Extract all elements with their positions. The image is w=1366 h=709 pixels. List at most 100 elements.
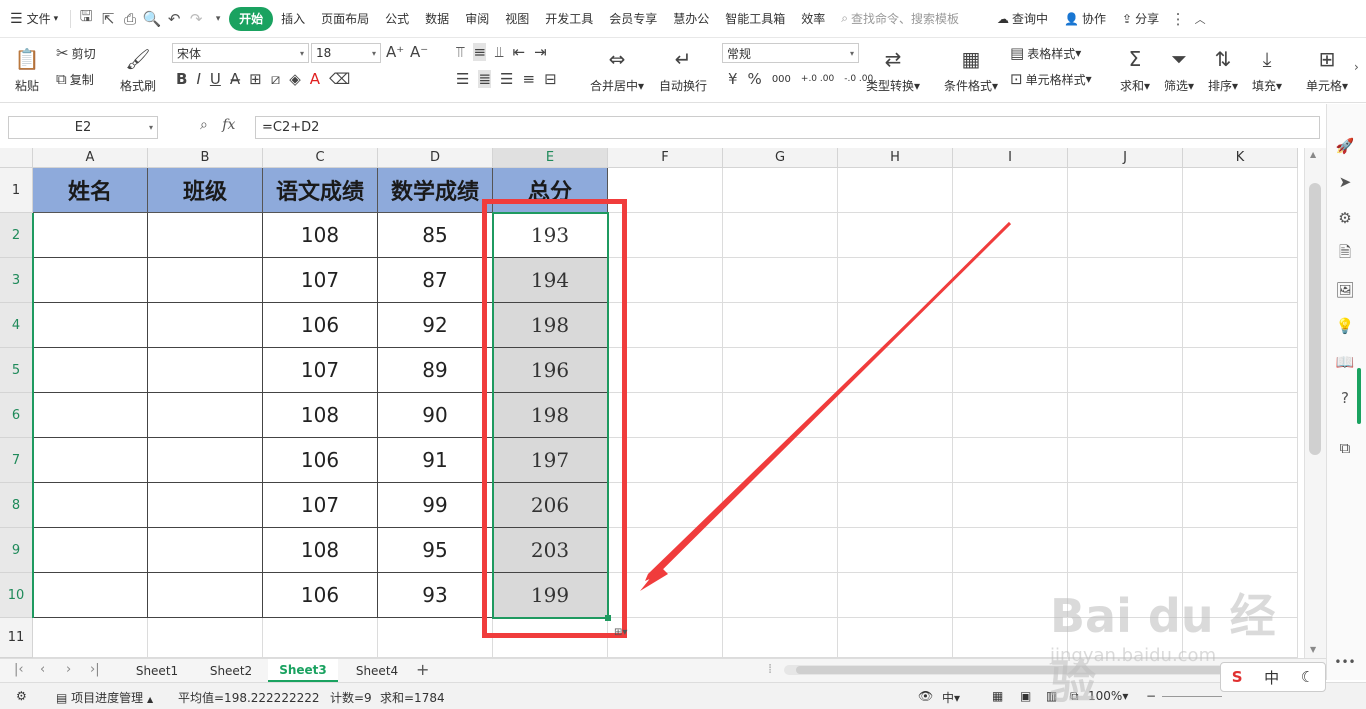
data-cell[interactable] bbox=[148, 258, 263, 303]
cell[interactable] bbox=[953, 348, 1068, 393]
chinese-score-cell[interactable]: 108 bbox=[263, 213, 378, 258]
type-convert-button[interactable]: ⇄ 类型转换▾ bbox=[862, 42, 924, 98]
select-all-corner[interactable] bbox=[0, 148, 33, 168]
prev-sheet-icon[interactable]: ‹ bbox=[40, 662, 45, 677]
cell[interactable] bbox=[723, 348, 838, 393]
cell[interactable] bbox=[1183, 528, 1298, 573]
save-icon[interactable]: 🖫 bbox=[75, 7, 97, 30]
math-score-cell[interactable]: 91 bbox=[378, 438, 493, 483]
cell[interactable] bbox=[608, 348, 723, 393]
scroll-thumb[interactable] bbox=[1309, 183, 1321, 455]
eraser-icon[interactable]: ⌫ bbox=[329, 70, 350, 88]
math-score-cell[interactable]: 90 bbox=[378, 393, 493, 438]
total-cell[interactable]: 194 bbox=[493, 258, 608, 303]
chinese-score-cell[interactable]: 108 bbox=[263, 528, 378, 573]
name-box[interactable]: E2 ▾ bbox=[8, 116, 158, 139]
cell[interactable] bbox=[838, 573, 953, 618]
print-icon[interactable]: ⎙ bbox=[119, 8, 141, 30]
cell-style-button[interactable]: ⊡ 单元格样式 ▾ bbox=[1010, 70, 1092, 88]
total-cell[interactable]: 206 bbox=[493, 483, 608, 528]
moon-icon[interactable]: ☾ bbox=[1301, 668, 1314, 686]
ime-mode[interactable]: 中 bbox=[1264, 667, 1279, 688]
column-header-c[interactable]: C bbox=[263, 148, 378, 168]
cell[interactable] bbox=[1068, 618, 1183, 658]
row-header-11[interactable]: 11 bbox=[0, 618, 33, 658]
tab-home[interactable]: 开始 bbox=[229, 6, 274, 31]
row-header-3[interactable]: 3 bbox=[0, 258, 33, 303]
italic-icon[interactable]: I bbox=[196, 70, 200, 88]
cell[interactable] bbox=[1183, 303, 1298, 348]
total-cell[interactable]: 198 bbox=[493, 393, 608, 438]
math-score-cell[interactable]: 93 bbox=[378, 573, 493, 618]
autofill-options-icon[interactable]: ⊞▾ bbox=[614, 627, 627, 638]
cell[interactable] bbox=[33, 618, 148, 658]
project-button[interactable]: ▤ 项目进度管理 ▲ bbox=[56, 689, 153, 706]
data-cell[interactable] bbox=[148, 438, 263, 483]
ribbon-scroll-right-icon[interactable]: › bbox=[1354, 60, 1359, 74]
tab-toolbox[interactable]: 智能工具箱 bbox=[717, 7, 793, 31]
cell[interactable] bbox=[723, 528, 838, 573]
share-button[interactable]: ⇪ 分享 bbox=[1114, 7, 1167, 31]
last-sheet-icon[interactable]: ›| bbox=[90, 662, 100, 677]
search-box[interactable]: ⌕ 查找命令、搜索模板 bbox=[833, 7, 967, 31]
normal-view-icon[interactable]: ▦ bbox=[992, 689, 1003, 703]
tab-insert[interactable]: 插入 bbox=[273, 7, 313, 31]
chinese-score-cell[interactable]: 107 bbox=[263, 348, 378, 393]
cell[interactable] bbox=[723, 213, 838, 258]
page-break-view-icon[interactable]: ▥ bbox=[1046, 689, 1057, 703]
align-middle-icon[interactable]: ≡ bbox=[473, 43, 487, 61]
underline-icon[interactable]: U bbox=[210, 70, 221, 88]
cell[interactable] bbox=[608, 483, 723, 528]
tab-view[interactable]: 视图 bbox=[497, 7, 537, 31]
row-header-8[interactable]: 8 bbox=[0, 483, 33, 528]
column-header-h[interactable]: H bbox=[838, 148, 953, 168]
column-header-f[interactable]: F bbox=[608, 148, 723, 168]
cell[interactable] bbox=[1068, 168, 1183, 213]
cell[interactable] bbox=[838, 303, 953, 348]
cell[interactable] bbox=[1183, 483, 1298, 528]
align-center-icon[interactable]: ≣ bbox=[478, 70, 492, 88]
cell[interactable] bbox=[1183, 213, 1298, 258]
cell[interactable] bbox=[953, 528, 1068, 573]
cell-fill-icon[interactable]: ⧄ bbox=[271, 70, 281, 88]
undo-icon[interactable]: ↶ bbox=[163, 8, 185, 30]
data-cell[interactable] bbox=[148, 393, 263, 438]
collab-button[interactable]: 👤 协作 bbox=[1056, 7, 1114, 31]
sliders-icon[interactable]: ⚙ bbox=[1335, 208, 1355, 228]
cell[interactable] bbox=[838, 438, 953, 483]
data-cell[interactable] bbox=[33, 348, 148, 393]
cell[interactable] bbox=[1183, 438, 1298, 483]
math-score-cell[interactable]: 87 bbox=[378, 258, 493, 303]
cell[interactable] bbox=[838, 213, 953, 258]
macro-icon[interactable]: ⚙ bbox=[16, 689, 27, 703]
header-cell[interactable]: 数学成绩 bbox=[378, 168, 493, 213]
cell[interactable] bbox=[1183, 258, 1298, 303]
cell[interactable] bbox=[723, 258, 838, 303]
cell[interactable] bbox=[378, 618, 493, 658]
cell[interactable] bbox=[608, 303, 723, 348]
fill-handle[interactable] bbox=[605, 615, 611, 621]
ime-toolbar[interactable]: S 中 ☾ bbox=[1220, 662, 1326, 692]
header-cell[interactable]: 班级 bbox=[148, 168, 263, 213]
chinese-score-cell[interactable]: 106 bbox=[263, 573, 378, 618]
tab-page-layout[interactable]: 页面布局 bbox=[313, 7, 377, 31]
filter-button[interactable]: ⏷ 筛选▾ bbox=[1160, 42, 1198, 98]
math-score-cell[interactable]: 92 bbox=[378, 303, 493, 348]
cell[interactable] bbox=[1068, 348, 1183, 393]
cell[interactable] bbox=[1068, 438, 1183, 483]
horizontal-scroll-thumb[interactable] bbox=[796, 666, 1276, 674]
cell[interactable] bbox=[608, 393, 723, 438]
fx-icon[interactable]: fx bbox=[222, 117, 235, 133]
cell[interactable] bbox=[838, 258, 953, 303]
reading-view-icon[interactable]: ⧉ bbox=[1070, 689, 1079, 704]
cell[interactable] bbox=[723, 393, 838, 438]
tab-splitter-icon[interactable]: ⁞ bbox=[768, 662, 772, 677]
next-sheet-icon[interactable]: › bbox=[66, 662, 71, 677]
total-cell[interactable]: 198 bbox=[493, 303, 608, 348]
cell[interactable] bbox=[1068, 258, 1183, 303]
help-icon[interactable]: ? bbox=[1335, 388, 1355, 408]
bold-icon[interactable]: B bbox=[176, 70, 187, 88]
more-dots-icon[interactable]: ••• bbox=[1334, 652, 1355, 672]
sort-button[interactable]: ⇅ 排序▾ bbox=[1204, 42, 1242, 98]
bulb-icon[interactable]: 💡 bbox=[1335, 316, 1355, 336]
